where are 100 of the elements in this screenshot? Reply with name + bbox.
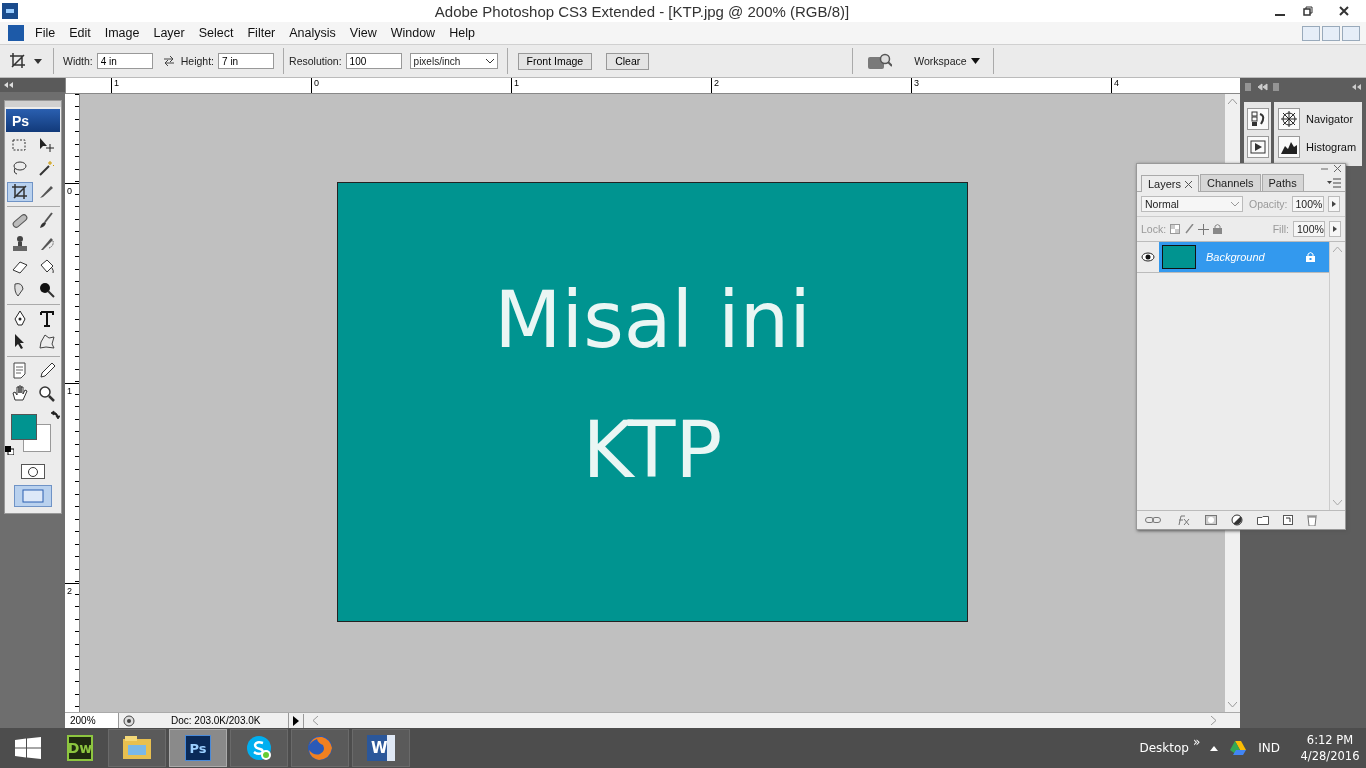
new-layer-icon[interactable] [1283,515,1293,525]
menu-item[interactable]: Analysis [282,26,343,40]
resolution-field[interactable]: 100 [345,53,402,69]
fill-field[interactable]: 100% [1293,221,1325,237]
arrow-button[interactable] [1329,221,1341,237]
play-icon [1249,140,1266,154]
caret-icon[interactable] [34,58,42,64]
field-label: Resolution: [289,55,342,67]
collapse-icon[interactable] [1352,83,1362,91]
triangle-icon [1331,201,1336,207]
width-field[interactable]: 4 in [96,53,153,69]
folder-app-button[interactable] [108,729,166,767]
crop-icon[interactable] [8,51,28,71]
arrow-button[interactable] [1327,196,1340,212]
folder-icon [122,735,152,761]
opacity-field[interactable]: 100% [1291,196,1324,212]
swap-icon[interactable] [162,56,175,66]
lock-transparency-icon[interactable] [1170,224,1181,234]
skype-app-button[interactable] [230,729,288,767]
field-label: Opacity: [1249,198,1288,210]
status-menu-icon[interactable] [123,714,135,727]
zoom-field[interactable]: 200% [65,713,119,728]
photoshop-app-button[interactable]: Ps [169,729,227,767]
field-label: Lock: [1141,223,1167,235]
window-title: Adobe Photoshop CS3 Extended - [KTP.jpg @ 200% (RGB/8)] [433,2,851,20]
menu-item[interactable]: Layer [146,26,192,40]
layer-thumbnail [1162,245,1196,269]
collapse-icon[interactable] [4,82,14,88]
dreamweaver-app-button[interactable]: Dw [55,729,105,767]
close-button[interactable] [1334,164,1341,172]
menu-item[interactable]: Help [442,26,482,40]
close-icon[interactable] [1185,180,1193,188]
close-icon [1339,6,1349,16]
menu-item[interactable]: Filter [240,26,283,40]
vertical-ruler: 0 1 2 [65,94,80,712]
menu-item[interactable]: Edit [62,26,98,40]
swap-colors-icon[interactable] [51,410,60,419]
adjustment-icon[interactable] [1231,514,1243,526]
height-field[interactable]: 7 in [218,53,275,69]
chevron-down-icon [485,58,494,64]
toolbox-logo: Ps [6,109,60,132]
screen-mode-button[interactable] [14,485,52,507]
history-icon [1249,111,1266,127]
field-label: Width: [63,55,93,67]
firefox-logo [306,734,334,762]
image-text: KTP [582,404,723,497]
language-indicator[interactable]: IND [1258,741,1280,755]
blend-mode-dropdown[interactable]: Normal [1141,196,1243,212]
document-size: Doc: 203.0K/203.0K [171,715,261,726]
folder-icon[interactable] [1257,515,1269,525]
color-swatches[interactable] [11,414,50,451]
clock[interactable]: 6:12 PM 4/28/2016 [1294,732,1366,764]
toolbar-button[interactable]: Clear [606,52,650,70]
actions-button[interactable] [1246,136,1269,158]
menu-item[interactable]: Window [383,26,443,40]
app-logo-icon [2,3,18,19]
triangle-icon [1333,226,1337,232]
panel-tab[interactable]: Channels [1200,174,1261,191]
chevron-down-icon [1231,201,1239,207]
history-button[interactable] [1246,108,1269,130]
menu-item[interactable]: File [28,26,63,40]
bridge-icon[interactable] [868,52,893,70]
field-label: Height: [180,55,215,67]
document-icon [8,25,24,41]
panel-tab[interactable]: Navigator [1278,108,1358,130]
image-text: Misal ini [494,274,811,367]
menu-item[interactable]: View [342,26,384,40]
mask-icon[interactable] [1205,515,1217,525]
default-colors-icon[interactable] [5,446,14,455]
tray-arrow-icon[interactable] [1210,745,1219,751]
eye-icon[interactable] [1141,252,1155,262]
desktop-toolbar[interactable]: Desktop [1139,741,1189,755]
trash-icon[interactable] [1307,514,1317,526]
menu-item[interactable]: Image [97,26,147,40]
panel-tab[interactable]: Histogram [1278,136,1358,158]
chevron-button[interactable]: » [1192,735,1201,749]
skype-logo [245,734,273,762]
effects-icon[interactable] [1175,514,1191,526]
toolbar-button[interactable]: Front Image [517,52,593,70]
lock-icon[interactable] [1213,224,1223,234]
quick-mask-button[interactable] [21,464,45,479]
panel-menu-icon[interactable] [1327,178,1341,188]
brush-icon[interactable] [1184,224,1195,234]
move-icon[interactable] [1198,223,1210,235]
minimize-icon [1275,14,1285,16]
panel-tab[interactable]: Paths [1261,174,1304,191]
circle-icon [27,466,39,477]
compass-icon [1279,109,1299,129]
link-icon[interactable] [1145,516,1161,524]
unit-dropdown[interactable]: pixels/inch [409,53,498,69]
caret-icon [970,58,980,64]
menu-item[interactable]: Select [191,26,241,40]
workspace-menu[interactable]: Workspace [914,55,980,67]
restore-icon [1303,6,1313,16]
start-button[interactable] [14,737,41,759]
field-label: Fill: [1272,223,1289,235]
panel-tab[interactable]: Layers [1141,175,1200,192]
drive-icon[interactable] [1230,741,1247,755]
crop-icon[interactable] [7,182,33,202]
word-app-button[interactable]: W [352,729,410,767]
